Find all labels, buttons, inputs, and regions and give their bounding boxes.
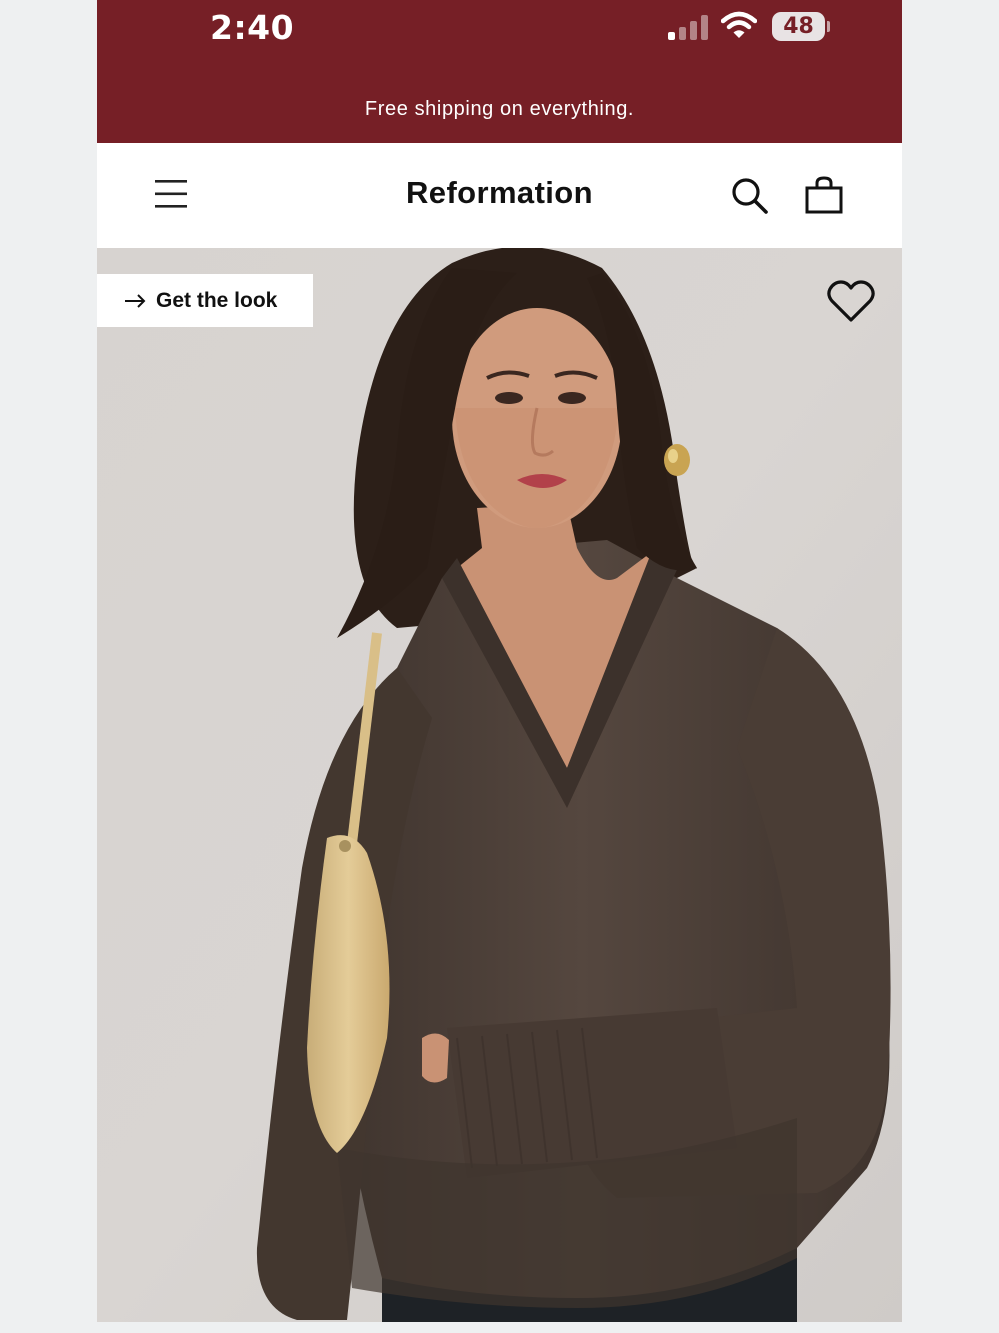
arrow-right-icon [125,293,146,308]
promo-banner-text: Free shipping on everything. [364,98,635,120]
cellular-signal-icon [668,14,710,40]
shopping-bag-icon[interactable] [804,175,844,215]
wifi-icon [721,11,757,38]
model-photo [97,248,902,1322]
app-screen: 2:40 48 Free shipping on everything. Ref… [97,0,902,1322]
top-banner: 2:40 48 Free shipping on everything. [97,0,902,143]
heart-icon[interactable] [826,280,876,324]
brand-logo[interactable]: Reformation [97,175,902,211]
status-time: 2:40 [210,8,295,47]
search-icon[interactable] [730,176,770,216]
get-the-look-button[interactable]: Get the look [97,274,313,327]
battery-indicator: 48 [772,12,830,42]
hamburger-menu-icon[interactable] [153,176,189,212]
get-the-look-label: Get the look [156,288,278,312]
battery-level: 48 [772,12,825,41]
site-header: Reformation [97,143,902,248]
hero-image[interactable]: Get the look [97,248,902,1322]
